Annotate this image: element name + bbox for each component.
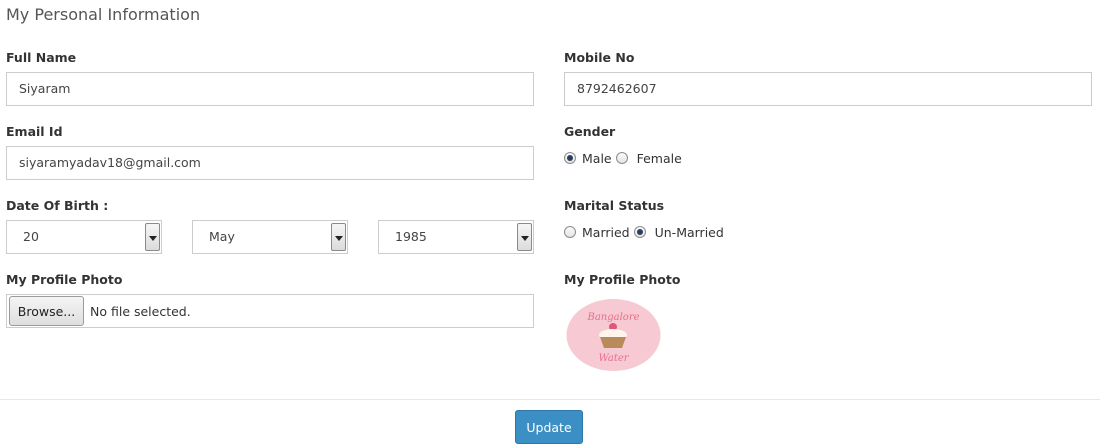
gender-label: Gender	[564, 124, 616, 139]
marital-group: Married Un-Married	[564, 224, 724, 240]
dob-day-select[interactable]: 20	[6, 220, 162, 254]
mobile-input[interactable]: 8792462607	[564, 72, 1092, 106]
email-label: Email Id	[6, 124, 63, 139]
dob-month-value: May	[209, 229, 235, 244]
dob-month-select[interactable]: May	[192, 220, 348, 254]
marital-married-label[interactable]: Married	[582, 225, 630, 240]
gender-male-radio[interactable]	[564, 152, 576, 164]
profile-photo-upload-label: My Profile Photo	[6, 272, 123, 287]
marital-unmarried-radio[interactable]	[633, 226, 646, 238]
browse-button[interactable]: Browse...	[9, 296, 84, 326]
file-status-text: No file selected.	[90, 303, 191, 319]
gender-female-label[interactable]: Female	[637, 151, 682, 166]
full-name-input[interactable]: Siyaram	[6, 72, 534, 106]
chevron-down-icon[interactable]	[331, 223, 346, 251]
marital-label: Marital Status	[564, 198, 665, 213]
logo-text-bottom: Water	[598, 353, 629, 364]
gender-male-label[interactable]: Male	[582, 151, 612, 166]
profile-photo-preview-label: My Profile Photo	[564, 272, 681, 287]
profile-photo-image: Bangalore Water	[566, 299, 661, 371]
chevron-down-icon[interactable]	[517, 223, 532, 251]
dob-year-select[interactable]: 1985	[378, 220, 534, 254]
dob-label: Date Of Birth :	[6, 198, 109, 213]
mobile-label: Mobile No	[564, 50, 635, 65]
update-button[interactable]: Update	[515, 410, 583, 444]
logo-text-top: Bangalore	[586, 312, 639, 323]
gender-group: Male Female	[564, 150, 682, 166]
marital-unmarried-label[interactable]: Un-Married	[655, 225, 724, 240]
profile-photo-file-input[interactable]: Browse... No file selected.	[6, 294, 534, 328]
email-input[interactable]: siyaramyadav18@gmail.com	[6, 146, 534, 180]
page-title: My Personal Information	[6, 5, 201, 24]
full-name-label: Full Name	[6, 50, 77, 65]
marital-married-radio[interactable]	[564, 226, 576, 238]
form-divider	[0, 399, 1100, 400]
dob-year-value: 1985	[395, 229, 427, 244]
gender-female-radio[interactable]	[615, 152, 628, 164]
dob-day-value: 20	[23, 229, 39, 244]
chevron-down-icon[interactable]	[145, 223, 160, 251]
